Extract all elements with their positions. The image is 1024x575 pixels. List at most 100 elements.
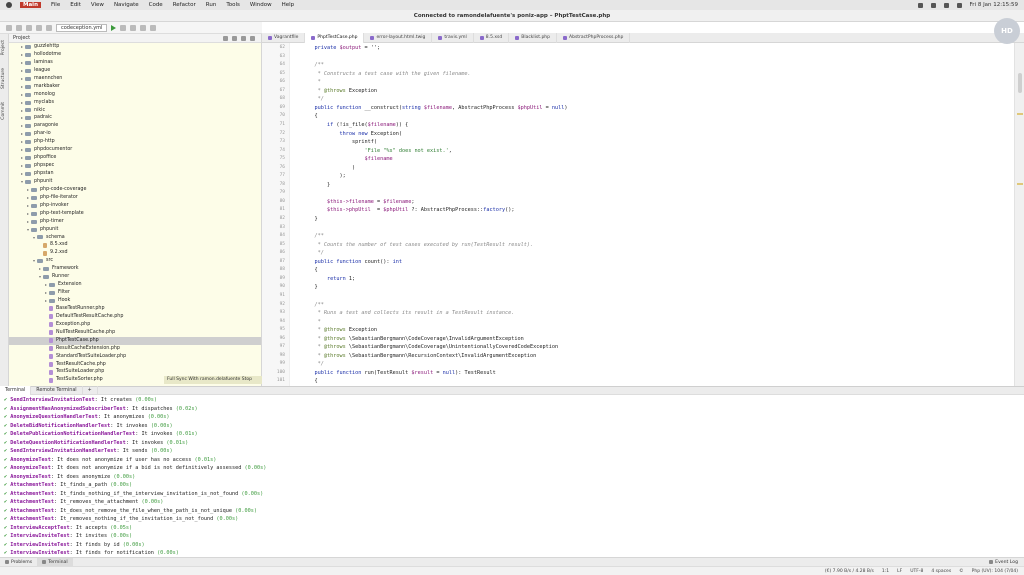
tab-terminal[interactable]: Terminal [0, 386, 32, 395]
code-line[interactable]: private $output = ''; [302, 45, 381, 51]
warning-marker[interactable] [1017, 183, 1023, 185]
status-cursor-position[interactable]: 1:1 [882, 569, 889, 574]
code-line[interactable]: { [302, 113, 317, 119]
code-line[interactable]: * [302, 79, 321, 85]
tree-item[interactable]: 8.5.xsd [9, 241, 261, 249]
tree-item[interactable]: ▾ Runner [9, 273, 261, 281]
tree-item[interactable]: ▾ src [9, 257, 261, 265]
tab-travis[interactable]: travis.yml [432, 32, 474, 43]
tree-item[interactable]: ▸ league [9, 67, 261, 75]
tree-item[interactable]: ▸ laminas [9, 59, 261, 67]
code-line[interactable]: * @throws \SebastianBergmann\CodeCoverag… [302, 344, 559, 350]
code-line[interactable]: throw new Exception( [302, 131, 401, 137]
minimize-icon[interactable] [250, 35, 255, 41]
search-everywhere-icon[interactable] [150, 24, 157, 31]
tree-item[interactable]: ▾ schema [9, 234, 261, 242]
tab-phpttestcase[interactable]: PhptTestCase.php [305, 32, 365, 43]
tree-item[interactable]: ▸ phpdocumentor [9, 146, 261, 154]
scroll-thumb[interactable] [1018, 73, 1022, 93]
code-line[interactable]: */ [302, 361, 324, 367]
wifi-icon[interactable] [917, 2, 923, 8]
tree-item[interactable]: ▸ paragonie [9, 122, 261, 130]
terminal-output[interactable]: ✔ SendInterviewInvitationTest: It create… [0, 395, 1024, 557]
tab-remote-terminal[interactable]: Remote Terminal [31, 386, 83, 395]
save-icon[interactable] [16, 24, 22, 31]
code-line[interactable]: /** [302, 233, 323, 239]
tree-item[interactable]: PhptTestCase.php [9, 336, 261, 345]
tab-vagrantfile[interactable]: Vagrantfile [262, 32, 306, 43]
code-editor[interactable]: 62 63 64 65 66 67 68 69 70 71 72 73 74 75 76 77 78 79 80 81… [262, 43, 1014, 386]
tree-item[interactable]: NullTestResultCache.php [9, 329, 261, 337]
code-line[interactable]: * @throws Exception [302, 88, 377, 94]
debug-icon[interactable] [120, 24, 127, 31]
tree-item[interactable]: ▸ padraic [9, 114, 261, 122]
tree-item[interactable]: ▸ phar-io [9, 130, 261, 138]
code-line[interactable]: * Counts the number of test cases execut… [302, 242, 534, 248]
code-line[interactable]: } [302, 284, 317, 290]
stop-icon[interactable] [140, 24, 147, 31]
status-encoding[interactable]: UTF-8 [910, 569, 923, 574]
code-line[interactable]: { [302, 267, 317, 273]
tree-item[interactable]: ▸ phpstan [9, 170, 261, 178]
status-lock-icon[interactable]: © [959, 569, 964, 574]
structure-tool-button[interactable]: Structure [1, 68, 8, 89]
status-line-separator[interactable]: LF [897, 569, 902, 574]
gear-icon[interactable] [241, 35, 246, 41]
tree-item[interactable]: ▾ phpunit [9, 226, 261, 234]
control-center-icon[interactable] [956, 2, 962, 8]
code-line[interactable]: * @throws Exception [302, 327, 377, 333]
code-line[interactable]: { [302, 378, 317, 384]
code-line[interactable]: } [302, 182, 330, 188]
warning-marker[interactable] [1017, 113, 1023, 115]
tab-error-layout[interactable]: error-layout.html.twig [364, 32, 433, 43]
tree-item[interactable]: 9.2.xsd [9, 249, 261, 257]
code-line[interactable]: public function __construct(string $file… [302, 105, 568, 111]
code-line[interactable]: $filename [302, 156, 392, 162]
tree-item[interactable]: ▸ php-text-template [9, 210, 261, 218]
tree-item[interactable]: ▸ php-invoker [9, 202, 261, 210]
menu-code[interactable]: Code [149, 2, 163, 8]
code-line[interactable]: ) [302, 165, 355, 171]
coverage-icon[interactable] [130, 24, 137, 31]
status-indent[interactable]: 4 spaces [931, 569, 951, 574]
menu-run[interactable]: Run [206, 2, 217, 8]
folder-icon[interactable] [6, 24, 12, 31]
code-line[interactable]: * @throws \SebastianBergmann\RecursionCo… [302, 353, 537, 359]
tree-item[interactable]: ▸ hollodotme [9, 51, 261, 59]
tree-item[interactable]: ▸ php-http [9, 138, 261, 146]
tree-item[interactable]: ▸ phpspec [9, 162, 261, 170]
tree-item[interactable]: ▸ markbaker [9, 83, 261, 91]
tab-xsd[interactable]: 8.5.xsd [474, 32, 510, 43]
tree-item[interactable]: ▸ Filter [9, 289, 261, 297]
editor-scrollbar[interactable] [1014, 43, 1024, 386]
project-panel-title[interactable]: Project [13, 35, 30, 41]
code-line[interactable]: $this->filename = $filename; [302, 199, 414, 205]
menu-view[interactable]: View [91, 2, 104, 8]
tree-item[interactable]: BaseTestRunner.php [9, 305, 261, 313]
forward-icon[interactable] [46, 24, 52, 31]
commit-tool-button[interactable]: Commit [1, 102, 8, 120]
menu-refactor[interactable]: Refactor [173, 2, 196, 8]
code-line[interactable]: public function run(TestResult $result =… [302, 370, 496, 376]
battery-icon[interactable] [930, 2, 936, 8]
tree-item[interactable]: ▸ Hook [9, 297, 261, 305]
tree-item[interactable]: ▸ Extension [9, 281, 261, 289]
tree-item[interactable]: Exception.php [9, 321, 261, 329]
new-terminal-button[interactable]: + [83, 386, 98, 395]
code-line[interactable]: * Runs a test and collects its result in… [302, 310, 515, 316]
tree-item[interactable]: ▸ monolog [9, 91, 261, 99]
code-line[interactable]: ); [302, 173, 345, 179]
tree-item[interactable]: ▸ php-code-coverage [9, 186, 261, 194]
tree-item[interactable]: TestResultCache.php [9, 361, 261, 369]
apple-icon[interactable] [6, 2, 12, 8]
tree-item[interactable]: ▸ php-file-iterator [9, 194, 261, 202]
code-line[interactable]: * [302, 319, 321, 325]
search-icon[interactable] [943, 2, 949, 8]
code-line[interactable]: * @throws \SebastianBergmann\CodeCoverag… [302, 336, 524, 342]
tree-item[interactable]: ▸ Framework [9, 265, 261, 273]
run-icon[interactable] [111, 24, 117, 31]
back-icon[interactable] [36, 24, 42, 31]
code-line[interactable]: * Constructs a test case with the given … [302, 71, 471, 77]
code-line[interactable]: 'File "%s" does not exist.', [302, 148, 451, 154]
code-line[interactable]: public function count(): int [302, 259, 402, 265]
